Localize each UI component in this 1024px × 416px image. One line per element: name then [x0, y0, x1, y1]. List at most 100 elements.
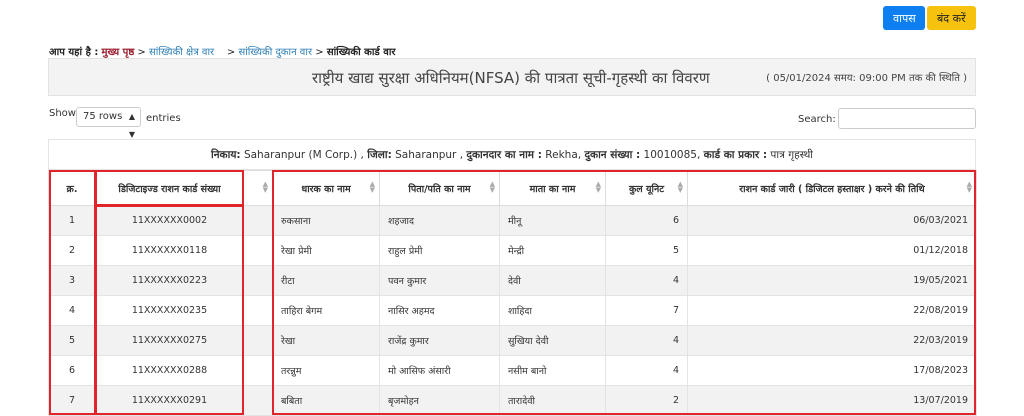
cell-card-number: 11XXXXXX0235: [95, 295, 244, 326]
cell-sno: 1: [48, 205, 96, 236]
cell-mother: मेन्द्री: [499, 235, 606, 266]
cell-holder: रेखा प्रेमी: [272, 235, 380, 266]
sort-icon: ▲ ▼: [677, 180, 683, 194]
cell-father: मो आसिफ अंसारी: [379, 355, 500, 386]
cell-empty: [243, 325, 273, 356]
table-row: 6 11XXXXXX0288 तरन्नुम मो आसिफ अंसारी नस…: [48, 355, 977, 386]
cell-issue-date: 17/08/2023: [687, 355, 977, 386]
column-header-sort[interactable]: ▲ ▼: [243, 170, 273, 206]
cell-empty: [243, 205, 273, 236]
dealer-value: Rekha,: [545, 149, 582, 161]
column-header-holder[interactable]: धारक का नाम ▲ ▼: [272, 170, 380, 206]
breadcrumb-separator: >: [315, 47, 324, 58]
title-bar: राष्ट्रीय खाद्य सुरक्षा अधिनियम(NFSA) की…: [48, 58, 976, 96]
breadcrumb-separator: >: [137, 47, 146, 58]
rows-per-page-select[interactable]: 75 rows ▲ ▼: [76, 107, 141, 139]
cell-sno: 7: [48, 385, 96, 416]
cell-holder: तरन्नुम: [272, 355, 380, 386]
cell-empty: [243, 265, 273, 296]
breadcrumb-area-link[interactable]: सांख्यिकी क्षेत्र वार: [149, 47, 214, 58]
rows-per-page-value: 75 rows: [83, 111, 123, 122]
cell-empty: [243, 385, 273, 416]
column-header-card-number[interactable]: डिजिटाइज्ड राशन कार्ड संख्या: [95, 170, 244, 206]
column-header-mother[interactable]: माता का नाम ▲ ▼: [499, 170, 606, 206]
cell-mother: तारादेवी: [499, 385, 606, 416]
cell-units: 4: [605, 355, 688, 386]
cell-holder: बबिता: [272, 385, 380, 416]
show-label: Show: [49, 108, 76, 119]
table-row: 2 11XXXXXX0118 रेखा प्रेमी राहुल प्रेमी …: [48, 235, 977, 266]
sort-icon: ▲ ▼: [595, 180, 601, 194]
table-row: 3 11XXXXXX0223 रीटा पवन कुमार देवी 4 19/…: [48, 265, 977, 296]
cell-father: पवन कुमार: [379, 265, 500, 296]
breadcrumb-home-link[interactable]: मुख्य पृष्ठ: [102, 47, 135, 58]
cell-units: 6: [605, 205, 688, 236]
cell-card-number: 11XXXXXX0291: [95, 385, 244, 416]
cell-holder: रेखा: [272, 325, 380, 356]
district-value: Saharanpur ,: [395, 149, 464, 161]
shop-number-value: 10010085,: [643, 149, 701, 161]
cell-units: 4: [605, 265, 688, 296]
cell-mother: नसीम बानो: [499, 355, 606, 386]
breadcrumb: आप यहां है : मुख्य पृष्ठ > सांख्यिकी क्ष…: [49, 44, 396, 58]
column-header-sno[interactable]: क्र.: [48, 170, 96, 206]
cell-mother: मीनू: [499, 205, 606, 236]
cell-mother: शाहिदा: [499, 295, 606, 326]
cell-mother: देवी: [499, 265, 606, 296]
card-type-label: कार्ड का प्रकार :: [703, 149, 768, 161]
ration-card-table: क्र. डिजिटाइज्ड राशन कार्ड संख्या ▲ ▼ धार…: [48, 170, 977, 416]
cell-card-number: 11XXXXXX0288: [95, 355, 244, 386]
cell-card-number: 11XXXXXX0275: [95, 325, 244, 356]
table-row: 5 11XXXXXX0275 रेखा राजेंद्र कुमार सुखिय…: [48, 325, 977, 356]
cell-father: शहजाद: [379, 205, 500, 236]
search-input[interactable]: [838, 108, 976, 129]
breadcrumb-separator: >: [226, 47, 236, 58]
search-label: Search:: [798, 114, 836, 125]
cell-holder: ताहिरा बेगम: [272, 295, 380, 326]
close-button[interactable]: बंद करें: [927, 6, 976, 30]
nikay-label: निकाय:: [210, 149, 241, 161]
sort-icon: ▲ ▼: [966, 180, 972, 194]
cell-issue-date: 01/12/2018: [687, 235, 977, 266]
cell-sno: 4: [48, 295, 96, 326]
cell-empty: [243, 295, 273, 326]
cell-holder: रुकसाना: [272, 205, 380, 236]
cell-holder: रीटा: [272, 265, 380, 296]
table-row: 1 11XXXXXX0002 रुकसाना शहजाद मीनू 6 06/0…: [48, 205, 977, 236]
breadcrumb-current: सांख्यिकी कार्ड वार: [326, 47, 396, 58]
cell-sno: 6: [48, 355, 96, 386]
cell-card-number: 11XXXXXX0118: [95, 235, 244, 266]
cell-father: बृजमोहन: [379, 385, 500, 416]
cell-issue-date: 13/07/2019: [687, 385, 977, 416]
sort-icon: ▲ ▼: [489, 180, 495, 194]
dealer-label: दुकानदार का नाम :: [466, 149, 542, 161]
breadcrumb-shop-link[interactable]: सांख्यिकी दुकान वार: [238, 47, 312, 58]
breadcrumb-prefix: आप यहां है :: [49, 47, 99, 58]
sort-icon: ▲ ▼: [369, 180, 375, 194]
table-row: 7 11XXXXXX0291 बबिता बृजमोहन तारादेवी 2 …: [48, 385, 977, 416]
cell-units: 5: [605, 235, 688, 266]
nikay-value: Saharanpur (M Corp.) ,: [243, 149, 364, 161]
card-type-value: पात्र गृहस्थी: [770, 149, 814, 161]
shop-number-label: दुकान संख्या :: [584, 149, 641, 161]
cell-issue-date: 19/05/2021: [687, 265, 977, 296]
district-label: जिला:: [367, 149, 392, 161]
cell-issue-date: 22/03/2019: [687, 325, 977, 356]
cell-father: नासिर अहमद: [379, 295, 500, 326]
cell-issue-date: 06/03/2021: [687, 205, 977, 236]
column-header-units[interactable]: कुल यूनिट ▲ ▼: [605, 170, 688, 206]
cell-mother: सुखिया देवी: [499, 325, 606, 356]
cell-empty: [243, 235, 273, 266]
column-header-father[interactable]: पिता/पति का नाम ▲ ▼: [379, 170, 500, 206]
sort-icon: ▲ ▼: [262, 180, 268, 194]
cell-units: 4: [605, 325, 688, 356]
column-header-issue-date[interactable]: राशन कार्ड जारी ( डिजिटल हस्ताक्षर ) करन…: [687, 170, 977, 206]
cell-father: राहुल प्रेमी: [379, 235, 500, 266]
page-title: राष्ट्रीय खाद्य सुरक्षा अधिनियम(NFSA) की…: [312, 69, 710, 87]
cell-sno: 5: [48, 325, 96, 356]
cell-sno: 2: [48, 235, 96, 266]
cell-father: राजेंद्र कुमार: [379, 325, 500, 356]
back-button[interactable]: वापस: [883, 6, 925, 30]
cell-card-number: 11XXXXXX0002: [95, 205, 244, 236]
table-row: 4 11XXXXXX0235 ताहिरा बेगम नासिर अहमद शा…: [48, 295, 977, 326]
